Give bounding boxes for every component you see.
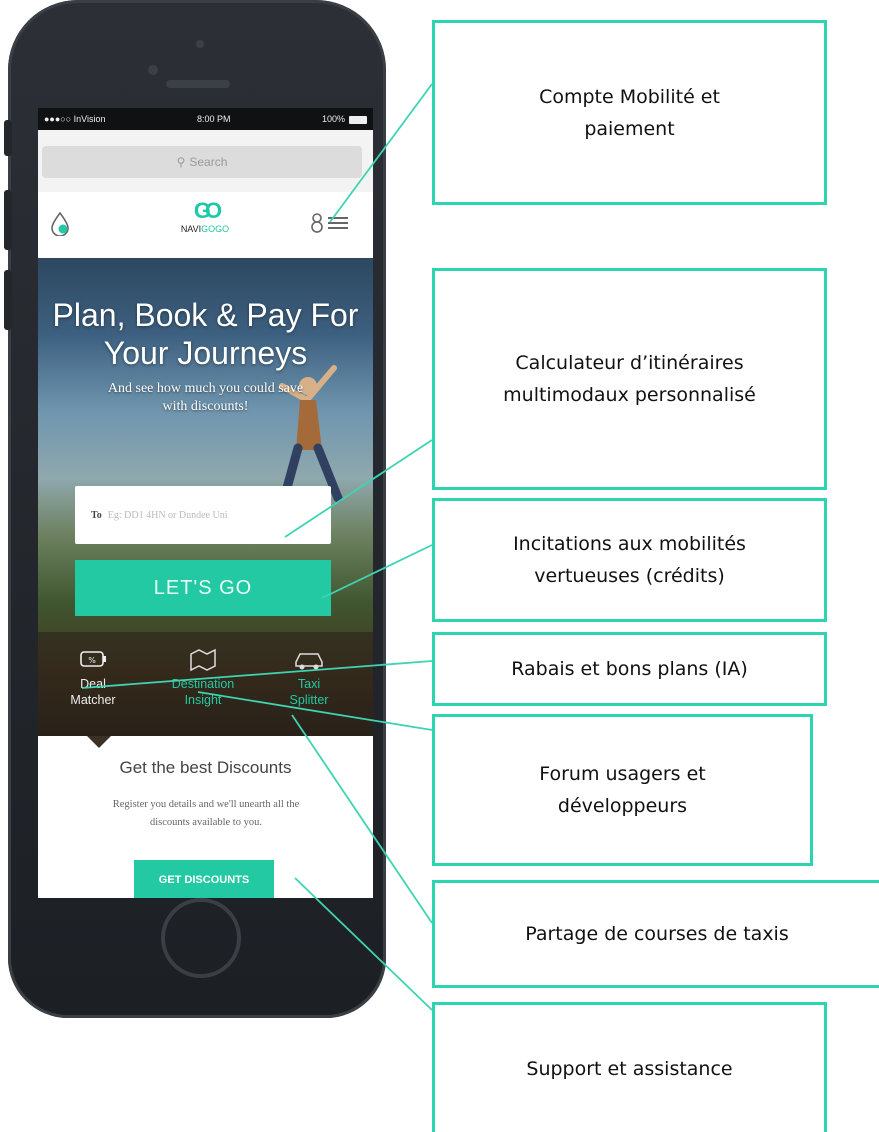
tab-deal-matcher-line2: Matcher <box>70 693 116 707</box>
destination-label: To <box>91 509 102 521</box>
callout-route-planner-line1: Calculateur d’itinéraires <box>515 352 744 374</box>
mute-switch <box>4 120 12 156</box>
tab-destination-insight[interactable]: Destination Insight <box>158 632 248 708</box>
hero-subtitle-line2: with discounts! <box>162 399 249 414</box>
carrier-signal: ●●●○○ InVision <box>44 114 106 124</box>
battery-indicator: 100% <box>322 114 367 124</box>
tab-destination-insight-line1: Destination <box>171 677 235 691</box>
earpiece-speaker <box>166 80 230 88</box>
search-placeholder: Search <box>189 155 228 169</box>
callout-support-line1: Support et assistance <box>526 1057 733 1080</box>
car-icon <box>295 653 323 670</box>
tab-destination-insight-line2: Insight <box>184 693 222 707</box>
logo-mark: GO <box>193 198 222 223</box>
feature-tabs: % Deal Matcher Destination Insight Taxi … <box>38 632 373 736</box>
sensor-dot <box>196 40 204 48</box>
search-icon: ⚲ <box>176 155 186 169</box>
logo-text-suffix: GOGO <box>201 224 230 234</box>
logo-text: NAVIGOGO <box>175 224 235 234</box>
hero-title-line1: Plan, Book & Pay For <box>52 297 359 333</box>
volume-up-button <box>4 190 12 250</box>
map-icon <box>190 648 216 672</box>
navigogo-logo[interactable]: GO NAVIGOGO <box>175 198 235 234</box>
callout-forum: Forum usagers et développeurs <box>432 714 813 866</box>
svg-text:%: % <box>88 656 96 665</box>
callout-support: Support et assistance <box>432 1002 827 1132</box>
percent-battery-icon: % <box>80 651 106 667</box>
hero-subtitle: And see how much you could save with dis… <box>38 380 373 416</box>
callout-route-planner-line2: multimodaux personnalisé <box>503 384 756 406</box>
callout-mobility-account: Compte Mobilité et paiement <box>432 20 827 205</box>
discounts-description-line2: discounts available to you. <box>150 817 262 828</box>
search-bar: ⚲ Search <box>38 130 373 192</box>
battery-percent: 100% <box>321 114 345 124</box>
callout-incentives: Incitations aux mobilités vertueuses (cré… <box>432 498 827 622</box>
callout-mobility-account-line1: Compte Mobilité et <box>539 85 720 108</box>
front-camera <box>148 65 158 75</box>
callout-discounts-line1: Rabais et bons plans (IA) <box>511 658 748 680</box>
status-bar: ●●●○○ InVision 8:00 PM 100% <box>38 108 373 130</box>
tab-deal-matcher-line1: Deal <box>80 677 106 691</box>
lets-go-button[interactable]: LET'S GO <box>75 560 331 616</box>
callout-incentives-line1: Incitations aux mobilités <box>513 533 746 555</box>
tab-taxi-splitter-line2: Splitter <box>289 693 329 707</box>
hero-section: Plan, Book & Pay For Your Journeys And s… <box>38 258 373 736</box>
phone-frame: ●●●○○ InVision 8:00 PM 100% ⚲ Search GO … <box>4 0 386 1018</box>
home-button[interactable] <box>161 898 241 978</box>
status-time: 8:00 PM <box>196 114 231 124</box>
tab-taxi-splitter-line1: Taxi <box>297 677 321 691</box>
tab-taxi-splitter[interactable]: Taxi Splitter <box>264 632 354 708</box>
get-discounts-button[interactable]: GET DISCOUNTS <box>134 860 274 898</box>
callout-route-planner: Calculateur d’itinéraires multimodaux per… <box>432 268 827 490</box>
discounts-description: Register you details and we'll unearth a… <box>74 796 338 832</box>
user-icon[interactable] <box>310 212 324 234</box>
drop-logo-icon[interactable] <box>50 212 70 236</box>
app-header: GO NAVIGOGO <box>38 192 373 258</box>
logo-text-prefix: NAVI <box>180 224 202 234</box>
phone-screen: ●●●○○ InVision 8:00 PM 100% ⚲ Search GO … <box>38 108 373 898</box>
callout-forum-line2: développeurs <box>557 795 688 817</box>
hero-title: Plan, Book & Pay For Your Journeys <box>38 296 373 372</box>
discounts-panel: Get the best Discounts Register you deta… <box>38 736 373 898</box>
callout-taxi-sharing-line1: Partage de courses de taxis <box>525 923 789 945</box>
destination-placeholder: Eg: DD1 4HN or Dundee Uni <box>107 509 228 521</box>
search-input[interactable]: ⚲ Search <box>42 146 362 178</box>
tab-deal-matcher[interactable]: % Deal Matcher <box>48 632 138 708</box>
callout-taxi-sharing: Partage de courses de taxis <box>432 880 879 988</box>
hero-subtitle-line1: And see how much you could save <box>107 381 304 396</box>
battery-icon <box>348 115 367 124</box>
callout-incentives-line2: vertueuses (crédits) <box>534 565 725 587</box>
destination-input[interactable]: To Eg: DD1 4HN or Dundee Uni <box>75 486 331 544</box>
active-tab-pointer <box>87 736 111 748</box>
hamburger-menu-icon[interactable] <box>328 214 348 232</box>
hero-title-line2: Your Journeys <box>103 335 308 371</box>
callout-mobility-account-line2: paiement <box>584 117 675 140</box>
volume-down-button <box>4 270 12 330</box>
discounts-title: Get the best Discounts <box>119 758 292 777</box>
callout-forum-line1: Forum usagers et <box>539 763 706 785</box>
discounts-description-line1: Register you details and we'll unearth a… <box>112 799 300 810</box>
callout-discounts: Rabais et bons plans (IA) <box>432 632 827 706</box>
